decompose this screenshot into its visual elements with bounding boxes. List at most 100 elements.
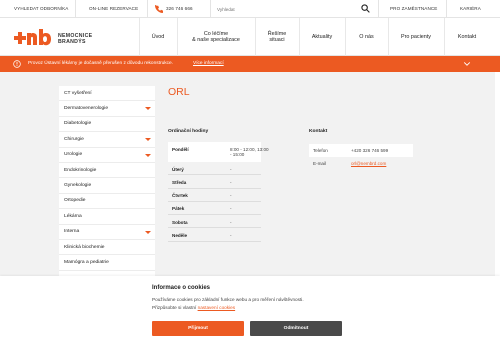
nav-label: O nás bbox=[359, 33, 374, 40]
specialization-sidebar: CT vyšetření Dermatovenerologie Diabetol… bbox=[59, 86, 155, 276]
sidebar-item-urologie[interactable]: Urologie bbox=[59, 148, 155, 163]
hours-row: Pondělí 8:00 - 12:00, 13:00- 15:00 bbox=[168, 142, 269, 162]
hours-day: Pondělí bbox=[172, 146, 189, 152]
topbar-divider bbox=[75, 0, 76, 18]
opening-hours-table: Pondělí 8:00 - 12:00, 13:00- 15:00 Úterý… bbox=[168, 142, 269, 242]
nav-label: Kontakt bbox=[457, 33, 477, 40]
accept-cookies-button[interactable]: Přijmout bbox=[152, 321, 244, 336]
refuse-cookies-button[interactable]: Odmítnout bbox=[250, 321, 342, 336]
alert-more-info-link[interactable]: Více informací bbox=[193, 61, 224, 66]
contact-phone-label: Telefon bbox=[313, 148, 328, 154]
page-title: ORL bbox=[168, 86, 190, 98]
phone-icon bbox=[155, 5, 163, 13]
right-edge-panel bbox=[495, 72, 500, 276]
info-icon bbox=[13, 60, 21, 68]
phone-number-link[interactable]: 326 746 666 bbox=[166, 6, 193, 11]
sidebar-item-ct[interactable]: CT vyšetření bbox=[59, 86, 155, 102]
hours-value: - bbox=[230, 166, 232, 172]
hours-day: Sobota bbox=[172, 219, 188, 225]
sidebar-item-label: Lékárna bbox=[64, 213, 82, 219]
alert-text: Provoz Ústavní lékárny je dočasně přeruš… bbox=[28, 61, 174, 66]
hours-value: - bbox=[230, 219, 232, 225]
sidebar-item-label: Ortopedie bbox=[64, 198, 86, 204]
contact-heading: Kontakt bbox=[309, 129, 328, 134]
hours-day: Středa bbox=[172, 179, 187, 185]
contact-row-email: E-mail orl@nembrd.com bbox=[309, 157, 413, 170]
sidebar-item-lekarna[interactable]: Lékárna bbox=[59, 209, 155, 225]
sidebar-item-ortopedie[interactable]: Ortopedie bbox=[59, 194, 155, 210]
nav-item-uvod[interactable]: Úvod bbox=[139, 18, 177, 56]
cookie-settings-text: Přizpůsobte si vlastní nastavení cookies bbox=[152, 305, 235, 310]
contact-email-link[interactable]: orl@nembrd.com bbox=[351, 161, 386, 166]
topbar-divider bbox=[446, 0, 447, 18]
hours-value: - bbox=[230, 179, 232, 185]
sidebar-item-label: Endokrinologie bbox=[64, 167, 97, 173]
nav-item-resime-situaci[interactable]: Řešíme situaci bbox=[255, 18, 299, 56]
sidebar-item-label: Mamógra a pediatrie bbox=[64, 260, 109, 266]
sidebar-item-diabetologie[interactable]: Diabetologie bbox=[59, 117, 155, 133]
contact-phone-value[interactable]: +420 326 746 599 bbox=[351, 148, 388, 153]
cookie-settings-prefix: Přizpůsobte si vlastní bbox=[152, 305, 198, 310]
hours-value-line1: 8:00 - 12:00, 13:00 bbox=[230, 146, 269, 152]
sidebar-item-dermatovenerologie[interactable]: Dermatovenerologie bbox=[59, 101, 155, 117]
sidebar-item-chirurgie[interactable]: Chirurgie bbox=[59, 132, 155, 148]
nav-item-co-lecime[interactable]: Co léčíme & naše specializace bbox=[177, 18, 255, 56]
nav-label: Aktuality bbox=[311, 33, 333, 40]
nav-label: Pro pacienty bbox=[401, 33, 431, 40]
expand-arrow-icon[interactable] bbox=[145, 230, 151, 234]
hours-heading: Ordinační hodiny bbox=[168, 129, 209, 134]
sidebar-item-mamografie[interactable]: Mamógra a pediatrie bbox=[59, 255, 155, 271]
nav-item-pro-pacienty[interactable]: Pro pacienty bbox=[388, 18, 444, 56]
sidebar-item-label: Gynekologie bbox=[64, 183, 92, 189]
sidebar-item-label: Interna bbox=[64, 229, 80, 235]
sidebar-item-label: Chirurgie bbox=[64, 136, 84, 142]
hours-day: Čtvrtek bbox=[172, 193, 188, 199]
nav-label: Úvod bbox=[151, 33, 165, 40]
contact-row-phone: Telefon +420 326 746 599 bbox=[309, 144, 413, 157]
sidebar-item-klinicka-biochemie[interactable]: Klinická biochemie bbox=[59, 240, 155, 256]
top-utility-bar: VYHLEDAT ODBORNÍKA ON-LINE REZERVACE 326… bbox=[0, 0, 500, 18]
sidebar-item-label: Urologie bbox=[64, 152, 83, 158]
expand-arrow-icon[interactable] bbox=[145, 138, 151, 142]
search-input[interactable] bbox=[213, 2, 373, 16]
search-icon[interactable] bbox=[361, 4, 370, 13]
contact-table: Telefon +420 326 746 599 E-mail orl@nemb… bbox=[309, 144, 413, 170]
search-box bbox=[213, 2, 373, 16]
hours-row: Neděle - bbox=[168, 228, 261, 242]
find-doctor-link[interactable]: VYHLEDAT ODBORNÍKA bbox=[14, 6, 68, 11]
chevron-down-icon[interactable] bbox=[463, 60, 471, 68]
main-content: ORL Ordinační hodiny Kontakt Pondělí 8:0… bbox=[155, 86, 495, 276]
hours-value: - bbox=[230, 193, 232, 199]
hours-row: Čtvrtek - bbox=[168, 189, 261, 202]
cookie-settings-link[interactable]: nastavení cookies bbox=[198, 305, 236, 310]
topbar-divider bbox=[210, 0, 211, 18]
cookie-description: Používáme cookies pro základní funkce we… bbox=[152, 297, 304, 302]
nav-label-line2: situaci bbox=[269, 37, 285, 43]
alert-banner: Provoz Ústavní lékárny je dočasně přeruš… bbox=[0, 56, 500, 72]
sidebar-item-interna[interactable]: Interna bbox=[59, 225, 155, 240]
hours-day: Úterý bbox=[172, 166, 184, 172]
expand-arrow-icon[interactable] bbox=[145, 153, 151, 157]
sidebar-item-gynekologie[interactable]: Gynekologie bbox=[59, 178, 155, 194]
hours-value: - bbox=[230, 206, 232, 212]
hours-value: 8:00 - 12:00, 13:00- 15:00 bbox=[230, 147, 269, 158]
nav-item-aktuality[interactable]: Aktuality bbox=[299, 18, 345, 56]
for-employees-link[interactable]: PRO ZAMĚSTNANCE bbox=[390, 6, 437, 11]
hours-row: Úterý - bbox=[168, 162, 261, 176]
cookie-title: Informace o cookies bbox=[152, 285, 211, 291]
online-booking-link[interactable]: ON-LINE REZERVACE bbox=[89, 6, 138, 11]
topbar-divider bbox=[147, 0, 148, 18]
hours-row: Středa - bbox=[168, 175, 261, 189]
brand-name: NEMOCNICE BRANDÝS bbox=[58, 33, 92, 45]
brand-line-2: BRANDÝS bbox=[58, 39, 86, 45]
expand-arrow-icon[interactable] bbox=[145, 107, 151, 111]
career-link[interactable]: KARIÉRA bbox=[460, 6, 481, 11]
topbar-divider bbox=[378, 0, 379, 18]
hours-day: Pátek bbox=[172, 206, 185, 212]
hours-day: Neděle bbox=[172, 232, 188, 238]
nav-item-kontakt[interactable]: Kontakt bbox=[444, 18, 490, 56]
nav-label-line2: & naše specializace bbox=[192, 37, 240, 43]
hours-value-line2: - 15:00 bbox=[230, 152, 245, 157]
nav-item-o-nas[interactable]: O nás bbox=[345, 18, 388, 56]
sidebar-item-endokrinologie[interactable]: Endokrinologie bbox=[59, 163, 155, 179]
